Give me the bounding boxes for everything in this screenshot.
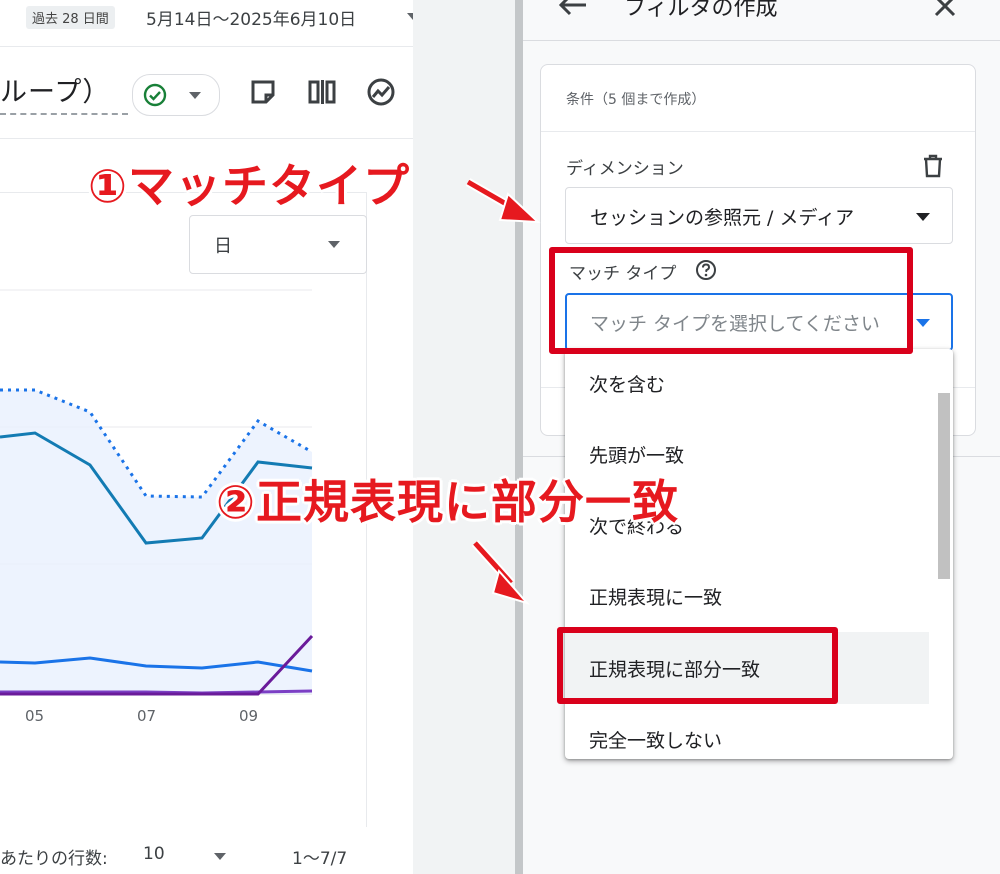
- date-preset-chip: 過去 28 日間: [26, 6, 115, 29]
- granularity-dropdown-icon: [328, 241, 340, 248]
- trash-icon[interactable]: [922, 154, 944, 178]
- status-pill[interactable]: [132, 74, 220, 116]
- panel-title: フィルタの作成: [624, 0, 778, 21]
- dropdown-arrow-icon: [916, 319, 930, 327]
- insights-icon[interactable]: [366, 77, 396, 107]
- panel-header-divider: [523, 40, 1000, 41]
- dimension-label: ディメンション: [566, 159, 684, 179]
- note-icon[interactable]: [248, 77, 278, 107]
- dropdown-arrow-icon: [916, 213, 930, 221]
- conditions-header: 条件（5 個まで作成）: [566, 92, 706, 108]
- compare-icon[interactable]: [307, 77, 337, 107]
- rows-per-page-dropdown-icon[interactable]: [214, 853, 226, 860]
- option-not-exact-match[interactable]: 完全一致しない: [565, 703, 935, 759]
- dropdown-scrollbar[interactable]: [938, 393, 950, 579]
- date-range-label[interactable]: 5月14日～2025年6月10日: [146, 5, 356, 30]
- pagination-label: 1～7/7: [292, 849, 348, 869]
- granularity-value: 日: [214, 236, 232, 257]
- x-tick-label: 05: [25, 707, 45, 725]
- card-divider: [541, 131, 975, 132]
- option-regex-full-match[interactable]: 正規表現に一致: [565, 560, 935, 632]
- panel-divider[interactable]: [515, 0, 523, 874]
- status-dropdown-icon: [189, 92, 201, 99]
- dimension-value: セッションの参照元 / メディア: [590, 207, 855, 229]
- toolbar-divider: [0, 138, 413, 139]
- granularity-select[interactable]: 日: [189, 215, 367, 274]
- back-arrow-icon[interactable]: [558, 0, 588, 18]
- annotation-step2: ②正規表現に部分一致: [216, 475, 679, 529]
- x-tick-label: 09: [239, 707, 259, 725]
- report-title[interactable]: ループ）: [0, 70, 129, 115]
- x-tick-label: 07: [137, 707, 157, 725]
- option-contains[interactable]: 次を含む: [565, 349, 935, 419]
- report-gutter: [413, 0, 515, 874]
- rows-per-page-value[interactable]: 10: [143, 844, 165, 864]
- rows-per-page-label: あたりの行数:: [0, 849, 108, 869]
- annotation-arrow-1: [465, 178, 541, 224]
- check-circle-icon: [143, 83, 167, 107]
- highlight-regex-partial-option: [557, 627, 838, 704]
- highlight-match-type: [549, 247, 913, 354]
- annotation-step1: ①マッチタイプ: [88, 159, 410, 213]
- report-area: 過去 28 日間 5月14日～2025年6月10日 ループ） 日 05 07 0…: [0, 0, 509, 874]
- close-icon[interactable]: [933, 0, 957, 18]
- dimension-select[interactable]: セッションの参照元 / メディア: [565, 187, 953, 244]
- annotation-arrow-2: [471, 539, 531, 605]
- header-divider: [0, 46, 413, 47]
